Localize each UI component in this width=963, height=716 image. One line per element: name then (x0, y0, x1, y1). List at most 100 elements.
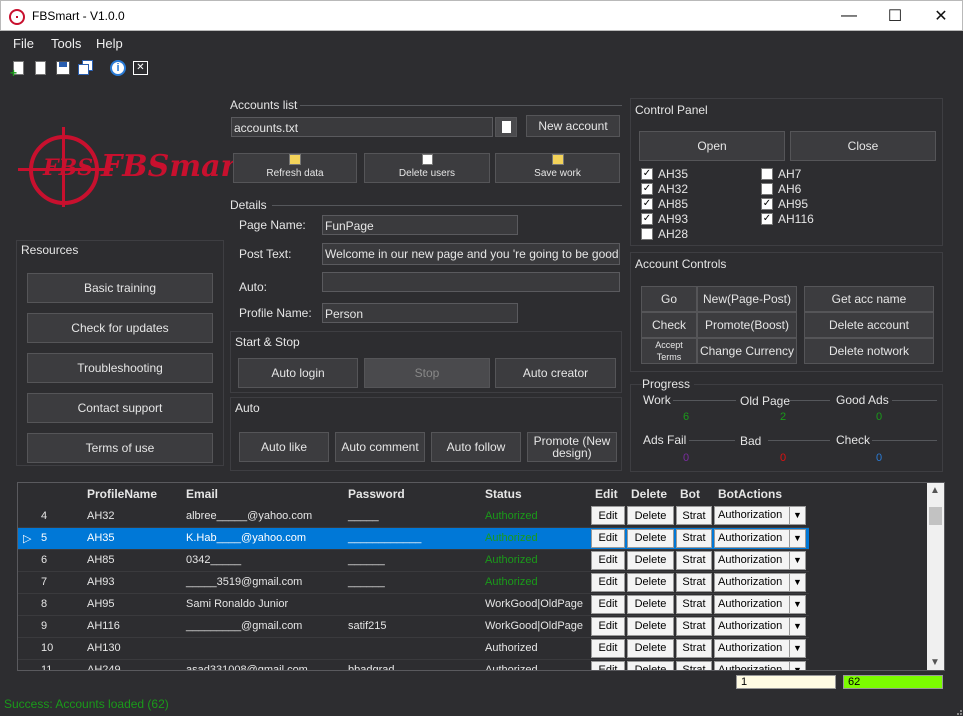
scroll-down-icon[interactable]: ▼ (930, 657, 940, 668)
header-bot[interactable]: Bot (675, 483, 713, 505)
header-status[interactable]: Status (480, 483, 590, 505)
chevron-down-icon[interactable]: ▼ (789, 661, 805, 670)
delete-button[interactable]: Delete (627, 528, 674, 548)
header-delete[interactable]: Delete (626, 483, 675, 505)
edit-button[interactable]: Edit (591, 572, 625, 592)
profile-name-field[interactable]: Person (322, 303, 518, 323)
scroll-thumb[interactable] (929, 507, 942, 525)
bot-start-button[interactable]: Strat (676, 638, 712, 658)
bot-start-button[interactable]: Strat (676, 594, 712, 614)
bot-start-button[interactable]: Strat (676, 616, 712, 636)
chevron-down-icon[interactable]: ▼ (789, 573, 805, 591)
promote-new-design-button[interactable]: Promote (New design) (527, 432, 617, 462)
checkbox-ah32[interactable]: ✓ (641, 183, 653, 195)
bot-action-dropdown[interactable]: Authorization ▼ (714, 660, 806, 670)
delete-button[interactable]: Delete (627, 550, 674, 570)
checkbox-ah93[interactable]: ✓ (641, 213, 653, 225)
check-updates-button[interactable]: Check for updates (27, 313, 213, 343)
header-edit[interactable]: Edit (590, 483, 626, 505)
table-row[interactable]: ▷ 5 AH35 K.Hab____@yahoo.com ____________ Aut… (18, 527, 809, 550)
delete-button[interactable]: Delete (627, 594, 674, 614)
bot-start-button[interactable]: Strat (676, 660, 712, 670)
contact-support-button[interactable]: Contact support (27, 393, 213, 423)
edit-button[interactable]: Edit (591, 616, 625, 636)
auto-follow-button[interactable]: Auto follow (431, 432, 521, 462)
edit-button[interactable]: Edit (591, 528, 625, 548)
header-profile-name[interactable]: ProfileName (82, 483, 181, 505)
save-all-icon[interactable] (78, 60, 94, 76)
table-row[interactable]: 7 AH93 _____3519@gmail.com ______ Authorized… (18, 571, 809, 594)
terms-of-use-button[interactable]: Terms of use (27, 433, 213, 463)
checkbox-ah6[interactable] (761, 183, 773, 195)
table-row[interactable]: 11 AH249 asad331008@gmail.com bbadgrad Autho… (18, 659, 809, 670)
delete-button[interactable]: Delete (627, 638, 674, 658)
save-work-button[interactable]: Save work (495, 153, 620, 183)
auto-login-button[interactable]: Auto login (238, 358, 358, 388)
bot-action-dropdown[interactable]: Authorization ▼ (714, 594, 806, 614)
bot-action-dropdown[interactable]: Authorization ▼ (714, 506, 806, 526)
close-box-icon[interactable]: ✕ (133, 60, 149, 76)
promote-boost-button[interactable]: Promote(Boost) (697, 312, 797, 338)
checkbox-ah116[interactable]: ✓ (761, 213, 773, 225)
checkbox-ah35[interactable]: ✓ (641, 168, 653, 180)
menu-help[interactable]: Help (96, 36, 123, 51)
add-file-icon[interactable]: + (10, 60, 26, 80)
delete-button[interactable]: Delete (627, 660, 674, 670)
auto-field[interactable] (322, 272, 620, 292)
open-button[interactable]: Open (639, 131, 785, 161)
table-row[interactable]: 10 AH130 Authorized Edit Delete Strat Authoriz… (18, 637, 809, 660)
edit-button[interactable]: Edit (591, 506, 625, 526)
new-page-post-button[interactable]: New(Page-Post) (697, 286, 797, 312)
menu-tools[interactable]: Tools (51, 36, 81, 51)
table-row[interactable]: 4 AH32 albree_____@yahoo.com _____ Authorize… (18, 505, 809, 528)
bot-action-dropdown[interactable]: Authorization ▼ (714, 528, 806, 548)
save-icon[interactable] (55, 60, 71, 76)
page-name-field[interactable]: FunPage (322, 215, 518, 235)
header-password[interactable]: Password (343, 483, 480, 505)
grid-vertical-scrollbar[interactable]: ▲ ▼ (927, 483, 944, 670)
table-row[interactable]: 9 AH116 _________@gmail.com satif215 WorkGoo… (18, 615, 809, 638)
auto-comment-button[interactable]: Auto comment (335, 432, 425, 462)
delete-button[interactable]: Delete (627, 506, 674, 526)
get-acc-name-button[interactable]: Get acc name (804, 286, 934, 312)
chevron-down-icon[interactable]: ▼ (789, 507, 805, 525)
header-bot-actions[interactable]: BotActions (713, 483, 809, 505)
resize-grip[interactable] (957, 710, 962, 715)
delete-users-button[interactable]: Delete users (364, 153, 490, 183)
browse-file-button[interactable] (495, 117, 517, 137)
edit-button[interactable]: Edit (591, 594, 625, 614)
new-file-icon[interactable] (32, 60, 48, 76)
auto-creator-button[interactable]: Auto creator (495, 358, 616, 388)
new-account-button[interactable]: New account (526, 115, 620, 137)
change-currency-button[interactable]: Change Currency (697, 338, 797, 364)
bot-start-button[interactable]: Strat (676, 506, 712, 526)
delete-button[interactable]: Delete (627, 616, 674, 636)
close-button[interactable]: ✕ (918, 1, 963, 31)
check-button[interactable]: Check (641, 312, 697, 338)
edit-button[interactable]: Edit (591, 550, 625, 570)
close-panel-button[interactable]: Close (790, 131, 936, 161)
delete-account-button[interactable]: Delete account (804, 312, 934, 338)
bot-action-dropdown[interactable]: Authorization ▼ (714, 616, 806, 636)
bot-start-button[interactable]: Strat (676, 528, 712, 548)
header-email[interactable]: Email (181, 483, 343, 505)
maximize-button[interactable]: ☐ (872, 1, 918, 31)
checkbox-ah7[interactable] (761, 168, 773, 180)
chevron-down-icon[interactable]: ▼ (789, 529, 805, 547)
delete-network-button[interactable]: Delete notwork (804, 338, 934, 364)
edit-button[interactable]: Edit (591, 638, 625, 658)
delete-button[interactable]: Delete (627, 572, 674, 592)
menu-file[interactable]: File (13, 36, 34, 51)
basic-training-button[interactable]: Basic training (27, 273, 213, 303)
checkbox-ah95[interactable]: ✓ (761, 198, 773, 210)
bot-action-dropdown[interactable]: Authorization ▼ (714, 550, 806, 570)
table-row[interactable]: 6 AH85 0342_____ ______ Authorized Edit Delete… (18, 549, 809, 572)
minimize-button[interactable]: — (826, 1, 872, 31)
bot-start-button[interactable]: Strat (676, 550, 712, 570)
table-row[interactable]: 8 AH95 Sami Ronaldo Junior WorkGood|OldPage… (18, 593, 809, 616)
bot-start-button[interactable]: Strat (676, 572, 712, 592)
bot-action-dropdown[interactable]: Authorization ▼ (714, 572, 806, 592)
chevron-down-icon[interactable]: ▼ (789, 595, 805, 613)
edit-button[interactable]: Edit (591, 660, 625, 670)
auto-like-button[interactable]: Auto like (239, 432, 329, 462)
